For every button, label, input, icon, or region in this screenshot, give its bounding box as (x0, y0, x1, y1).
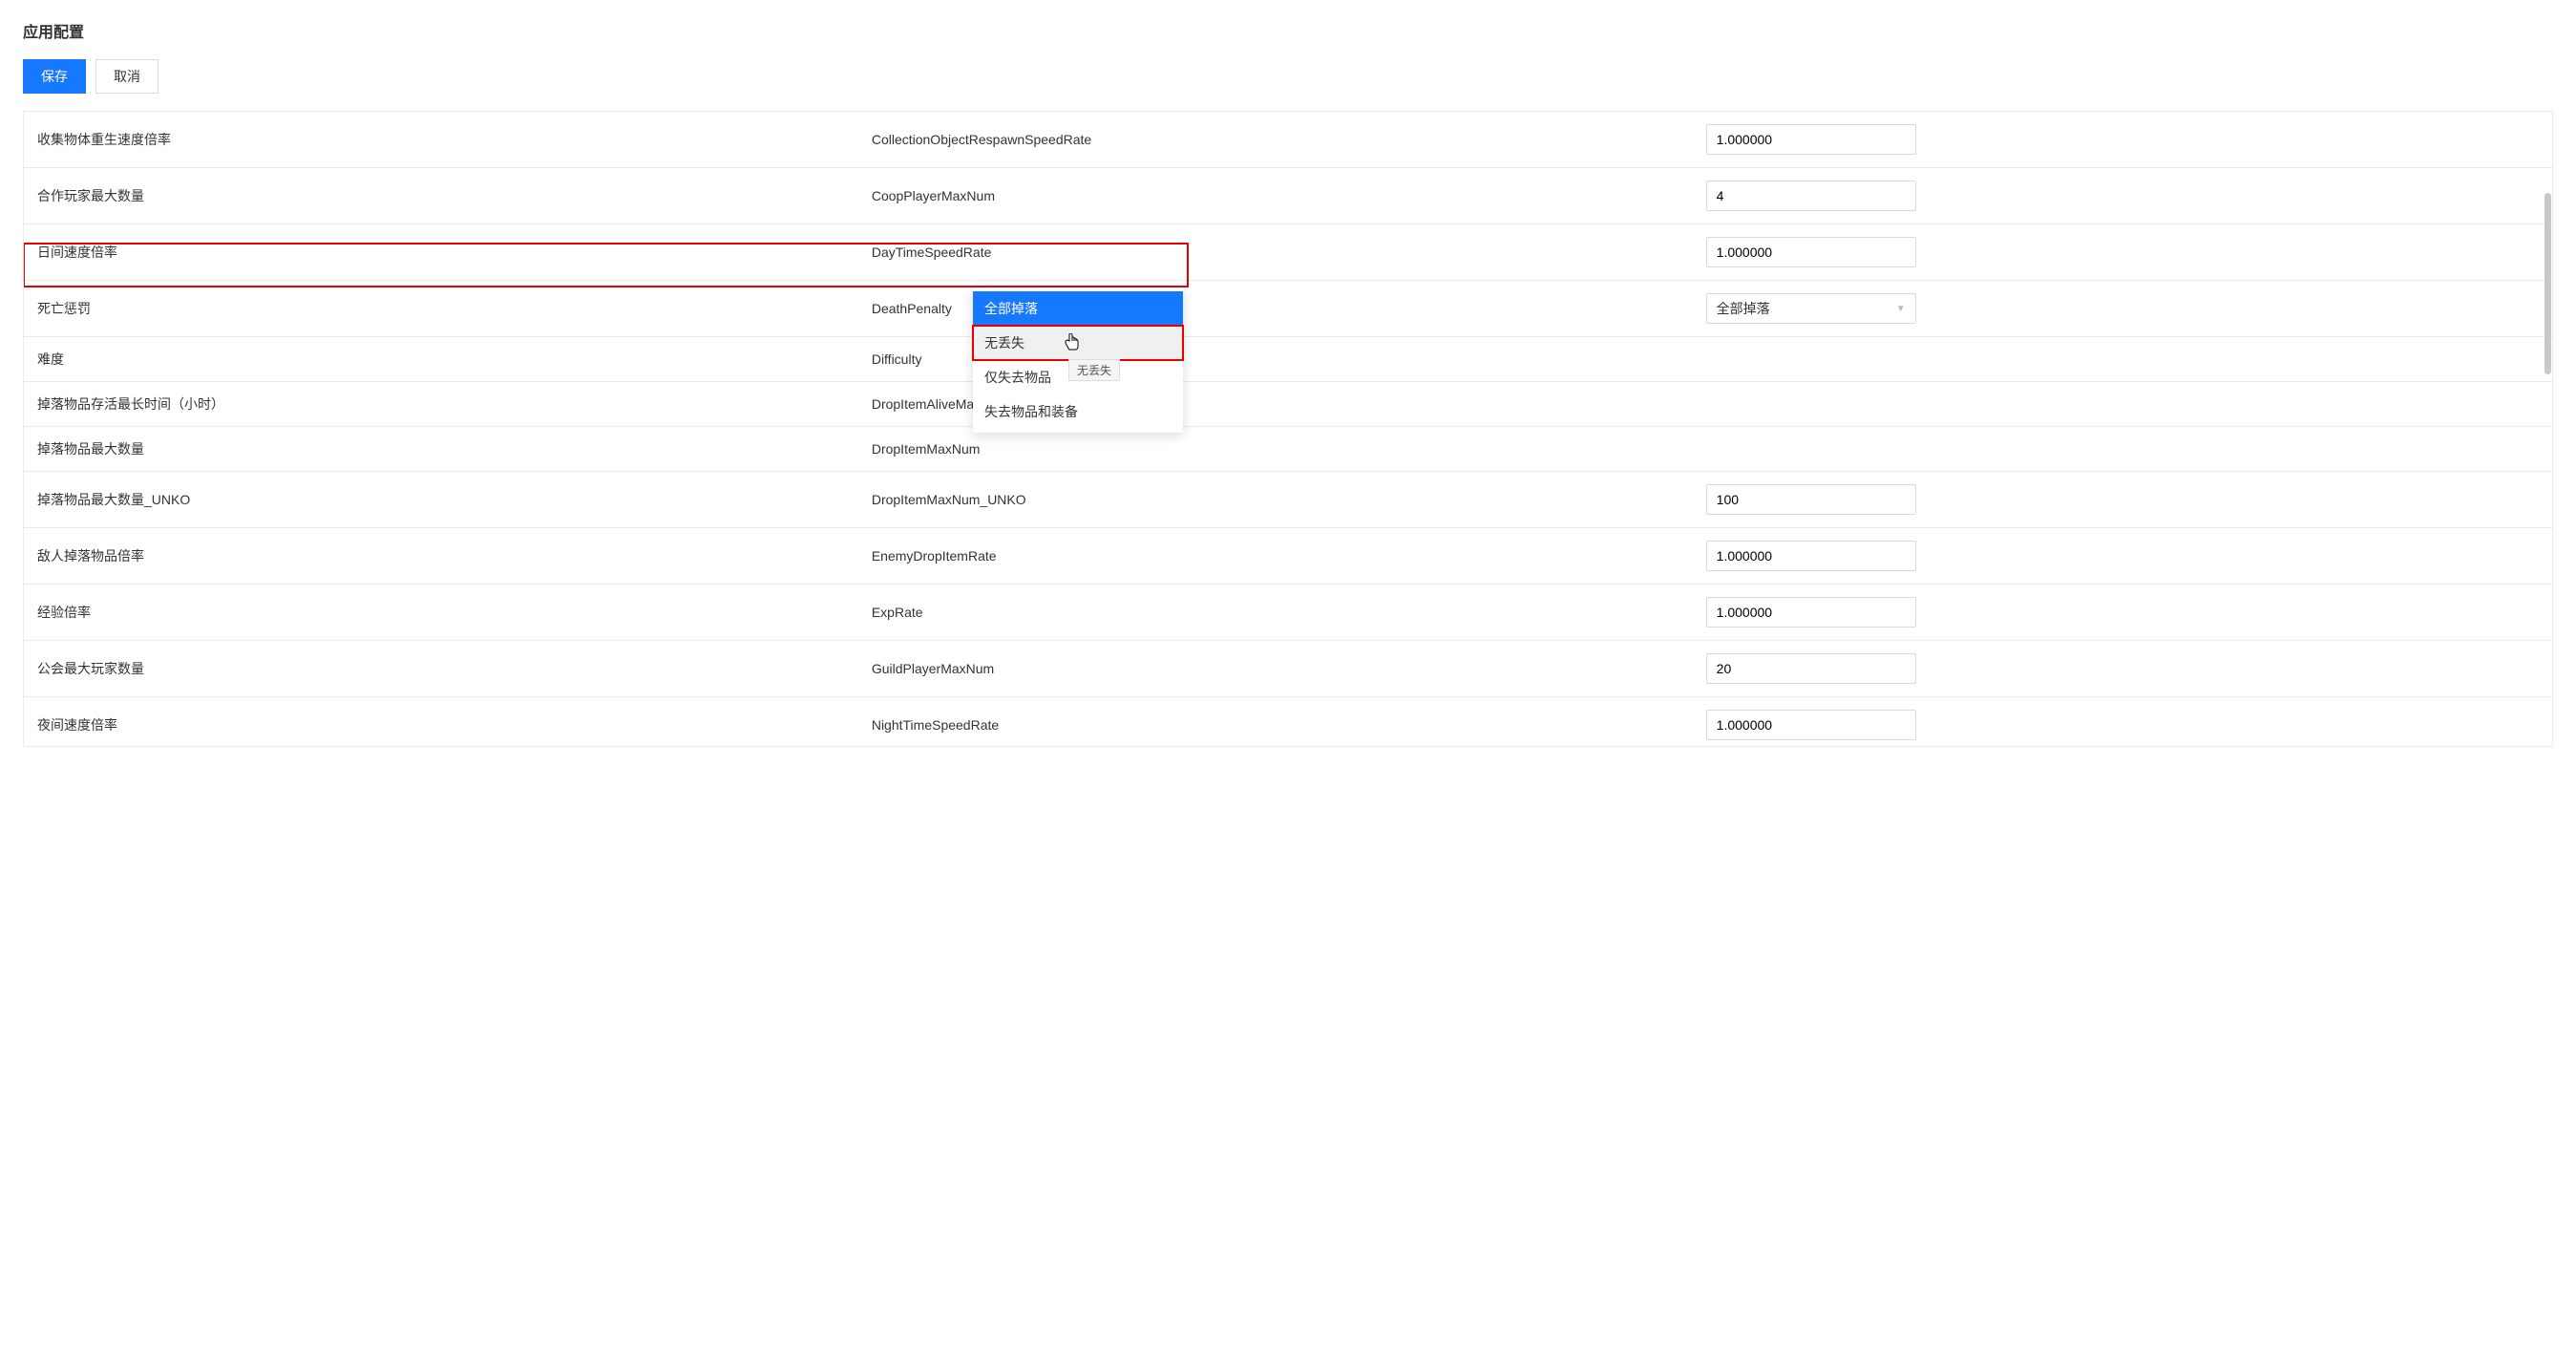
config-value-cell (1693, 337, 2552, 382)
button-row: 保存 取消 (23, 59, 2553, 94)
table-row: 难度Difficulty (24, 337, 2552, 382)
config-value-select[interactable]: 全部掉落 ▼ (1706, 293, 1916, 324)
config-label: 掉落物品最大数量_UNKO (24, 472, 858, 528)
config-value-input[interactable] (1706, 124, 1916, 155)
table-row: 日间速度倍率DayTimeSpeedRate (24, 224, 2552, 281)
table-row: 敌人掉落物品倍率EnemyDropItemRate (24, 528, 2552, 585)
config-key: CollectionObjectRespawnSpeedRate (858, 112, 1693, 168)
config-value-cell (1693, 427, 2552, 472)
config-value-input[interactable] (1706, 181, 1916, 211)
select-value: 全部掉落 (1717, 299, 1770, 318)
config-label: 收集物体重生速度倍率 (24, 112, 858, 168)
config-key: ExpRate (858, 585, 1693, 641)
config-value-input[interactable] (1706, 710, 1916, 740)
config-key: DayTimeSpeedRate (858, 224, 1693, 281)
config-value-cell (1693, 224, 2552, 281)
config-label: 日间速度倍率 (24, 224, 858, 281)
config-key: CoopPlayerMaxNum (858, 168, 1693, 224)
scrollbar-thumb[interactable] (2544, 193, 2551, 374)
config-key: DropItemMaxNum_UNKO (858, 472, 1693, 528)
table-row: 掉落物品存活最长时间（小时）DropItemAliveMaxHours (24, 382, 2552, 427)
config-value-input[interactable] (1706, 597, 1916, 628)
config-value-cell (1693, 382, 2552, 427)
config-label: 掉落物品最大数量 (24, 427, 858, 472)
scrollbar-track[interactable] (2543, 112, 2552, 746)
config-value-input[interactable] (1706, 653, 1916, 684)
config-label: 掉落物品存活最长时间（小时） (24, 382, 858, 427)
config-label: 夜间速度倍率 (24, 697, 858, 748)
config-table-wrapper: 收集物体重生速度倍率CollectionObjectRespawnSpeedRa… (23, 111, 2553, 747)
dropdown-option[interactable]: 失去物品和装备 (973, 394, 1183, 429)
save-button[interactable]: 保存 (23, 59, 86, 94)
cursor-pointer-icon (1065, 333, 1080, 355)
table-row: 公会最大玩家数量GuildPlayerMaxNum (24, 641, 2552, 697)
chevron-down-icon: ▼ (1896, 304, 1906, 314)
cancel-button[interactable]: 取消 (95, 59, 158, 94)
config-key: NightTimeSpeedRate (858, 697, 1693, 748)
config-label: 敌人掉落物品倍率 (24, 528, 858, 585)
table-row: 掉落物品最大数量_UNKODropItemMaxNum_UNKO (24, 472, 2552, 528)
config-value-cell (1693, 472, 2552, 528)
dropdown-option[interactable]: 全部掉落 (973, 291, 1183, 326)
config-value-cell (1693, 585, 2552, 641)
config-value-input[interactable] (1706, 541, 1916, 571)
table-row: 夜间速度倍率NightTimeSpeedRate (24, 697, 2552, 748)
config-value-cell (1693, 697, 2552, 748)
page-title: 应用配置 (23, 19, 2553, 42)
table-row: 收集物体重生速度倍率CollectionObjectRespawnSpeedRa… (24, 112, 2552, 168)
config-key: DropItemMaxNum (858, 427, 1693, 472)
config-key: GuildPlayerMaxNum (858, 641, 1693, 697)
table-row: 掉落物品最大数量DropItemMaxNum (24, 427, 2552, 472)
config-label: 死亡惩罚 (24, 281, 858, 337)
config-value-cell (1693, 641, 2552, 697)
table-row: 死亡惩罚DeathPenalty全部掉落▼ (24, 281, 2552, 337)
config-value-cell: 全部掉落 ▼ (1693, 281, 2552, 337)
config-value-input[interactable] (1706, 237, 1916, 267)
table-row: 经验倍率ExpRate (24, 585, 2552, 641)
table-row: 合作玩家最大数量CoopPlayerMaxNum (24, 168, 2552, 224)
hover-tooltip: 无丢失 (1068, 359, 1120, 381)
config-label: 合作玩家最大数量 (24, 168, 858, 224)
config-value-cell (1693, 168, 2552, 224)
config-label: 经验倍率 (24, 585, 858, 641)
config-value-input[interactable] (1706, 484, 1916, 515)
config-label: 难度 (24, 337, 858, 382)
config-label: 公会最大玩家数量 (24, 641, 858, 697)
config-table: 收集物体重生速度倍率CollectionObjectRespawnSpeedRa… (24, 112, 2552, 747)
config-value-cell (1693, 528, 2552, 585)
config-key: EnemyDropItemRate (858, 528, 1693, 585)
config-value-cell (1693, 112, 2552, 168)
